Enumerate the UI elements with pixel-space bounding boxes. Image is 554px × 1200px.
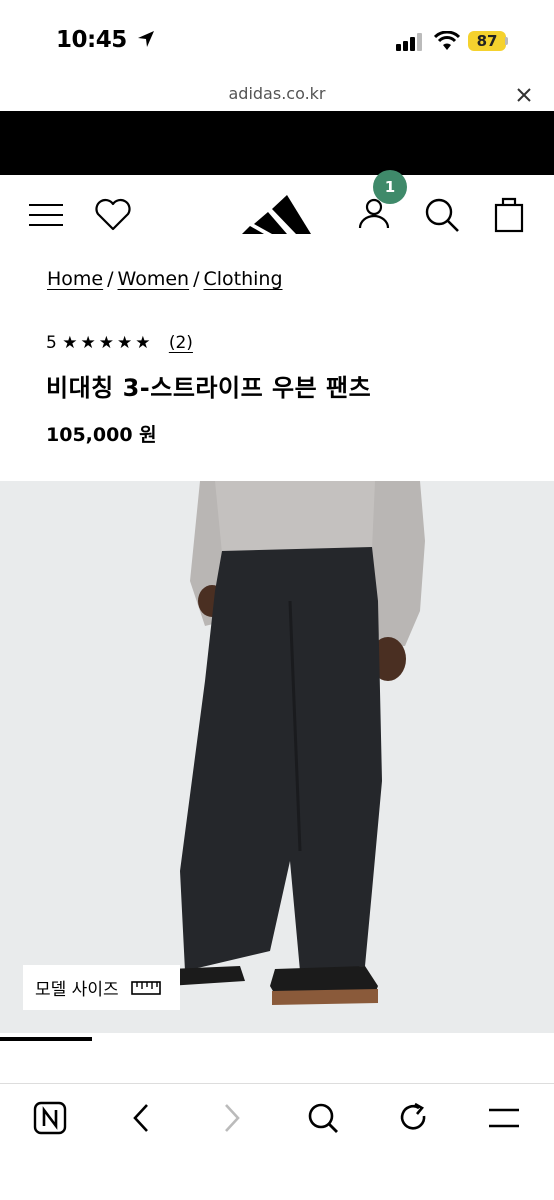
promo-banner[interactable] bbox=[0, 111, 554, 175]
location-arrow-icon bbox=[138, 31, 155, 47]
search-icon[interactable] bbox=[424, 197, 460, 233]
model-size-label: 모델 사이즈 bbox=[35, 980, 119, 1000]
back-icon[interactable] bbox=[130, 1103, 152, 1133]
menu-icon[interactable] bbox=[28, 203, 64, 227]
ruler-icon bbox=[130, 980, 161, 995]
toolbar-divider bbox=[0, 1083, 554, 1084]
breadcrumb-separator: / bbox=[193, 268, 200, 290]
product-image[interactable] bbox=[0, 481, 554, 1033]
wifi-icon bbox=[434, 31, 460, 50]
status-time: 10:45 bbox=[56, 27, 156, 53]
battery-cap bbox=[505, 37, 508, 45]
toolbar-menu-icon[interactable] bbox=[487, 1106, 521, 1130]
battery-indicator: 87 bbox=[468, 31, 506, 51]
product-price: 105,000 원 bbox=[46, 424, 157, 446]
heart-icon[interactable] bbox=[93, 198, 133, 232]
breadcrumb: Home / Women / Clothing bbox=[47, 268, 283, 290]
signal-icon bbox=[396, 33, 422, 51]
rating-stars: ★★★★★ bbox=[62, 333, 154, 353]
close-icon[interactable] bbox=[517, 88, 531, 102]
toolbar-search-icon[interactable] bbox=[307, 1102, 339, 1134]
rating-value: 5 bbox=[46, 333, 57, 353]
url-bar[interactable]: adidas.co.kr bbox=[0, 84, 554, 103]
forward-icon[interactable] bbox=[221, 1103, 243, 1133]
breadcrumb-women[interactable]: Women bbox=[118, 268, 190, 290]
bag-icon[interactable] bbox=[494, 195, 524, 233]
account-icon[interactable] bbox=[357, 197, 391, 231]
model-size-button[interactable]: 모델 사이즈 bbox=[23, 965, 180, 1010]
adidas-logo[interactable] bbox=[242, 192, 312, 236]
breadcrumb-separator: / bbox=[107, 268, 114, 290]
rating-summary: 5 ★★★★★ (2) bbox=[46, 333, 193, 353]
refresh-icon[interactable] bbox=[398, 1102, 430, 1134]
breadcrumb-clothing[interactable]: Clothing bbox=[203, 268, 282, 290]
breadcrumb-home[interactable]: Home bbox=[47, 268, 103, 290]
review-count-link[interactable]: (2) bbox=[169, 333, 193, 353]
image-carousel-progress bbox=[0, 1037, 92, 1041]
naver-icon[interactable] bbox=[33, 1101, 67, 1135]
product-title: 비대칭 3-스트라이프 우븐 팬츠 bbox=[46, 374, 372, 402]
product-photo-illustration bbox=[168, 481, 425, 1005]
